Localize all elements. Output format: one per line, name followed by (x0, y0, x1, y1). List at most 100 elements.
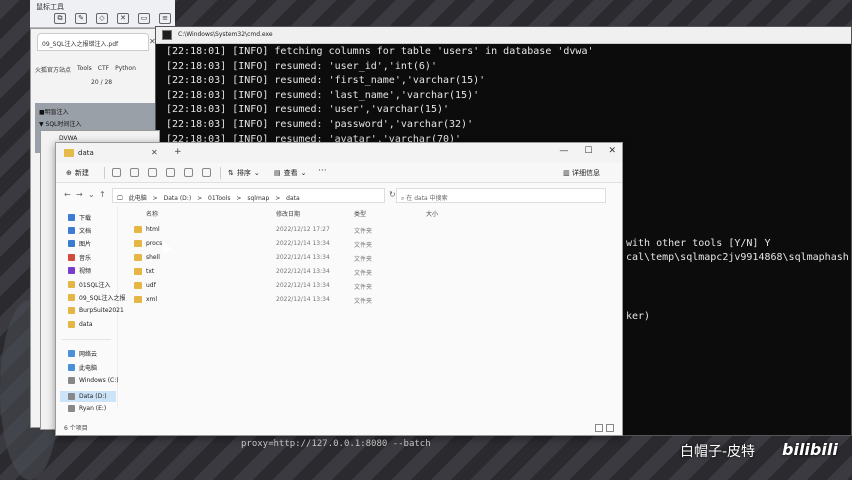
column-header-type[interactable]: 类型 (354, 209, 366, 218)
nav-item-icon (68, 227, 75, 234)
nav-item[interactable]: 音乐 (68, 253, 91, 262)
details-view-icon[interactable] (595, 424, 603, 432)
nav-divider (62, 339, 111, 340)
new-tab-icon[interactable]: + (174, 147, 182, 157)
menu-icon[interactable]: ≡ (159, 13, 171, 24)
nav-item[interactable]: 01SQL注入 (68, 280, 111, 289)
maximize-icon[interactable]: ☐ (584, 146, 592, 156)
breadcrumb-item[interactable]: Data (D:) (164, 195, 192, 202)
chevron-down-icon: ⌄ (253, 169, 260, 177)
nav-item[interactable]: 网络云 (68, 349, 97, 358)
explorer-tab-title[interactable]: data (78, 149, 94, 157)
folder-icon (134, 268, 142, 275)
file-date: 2022/12/12 17:27 (276, 226, 330, 233)
nav-item[interactable]: Windows (C:) (68, 377, 119, 384)
outline-item[interactable]: ■明盲注入 (39, 107, 69, 116)
nav-item-label: 01SQL注入 (79, 282, 111, 289)
column-header-size[interactable]: 大小 (426, 209, 438, 218)
nav-item-label: 网络云 (79, 351, 98, 358)
view-button[interactable]: ▤ 查看 ⌄ (274, 168, 307, 178)
terminal-line: [22:18:03] [INFO] resumed: 'user','varch… (166, 103, 594, 118)
column-header-date[interactable]: 修改日期 (276, 209, 300, 218)
terminal-level: [INFO] (232, 60, 269, 72)
nav-item[interactable]: 视频 (68, 266, 91, 275)
rename-icon[interactable] (166, 168, 175, 177)
nav-item[interactable]: Data (D:) (60, 391, 116, 402)
nav-item[interactable]: 09_SQL注入之报 (68, 293, 126, 302)
new-button[interactable]: ⊕ 新建 (66, 168, 89, 178)
nav-item-label: 文档 (79, 228, 92, 235)
breadcrumb-item[interactable]: data (286, 195, 300, 202)
share-icon[interactable] (184, 168, 193, 177)
bookmarks-bar: 火狐官方站点 Tools CTF Python (35, 65, 136, 74)
breadcrumb-item[interactable]: 此电脑 (129, 195, 147, 202)
close-tab-icon[interactable]: ✕ (151, 148, 158, 157)
nav-item-icon (68, 321, 75, 328)
more-icon[interactable]: ··· (318, 166, 327, 176)
terminal-message: resumed: 'last_name','varchar(15)' (274, 89, 480, 101)
nav-item-label: 音乐 (79, 255, 92, 262)
screen-icon[interactable]: ▭ (138, 13, 150, 24)
back-icon[interactable]: ← (64, 190, 71, 199)
copy-icon[interactable] (130, 168, 139, 177)
delete-icon[interactable] (202, 168, 211, 177)
bookmark-item[interactable]: Tools (77, 65, 92, 74)
nav-item-icon (68, 240, 75, 247)
bookmark-item[interactable]: 火狐官方站点 (35, 65, 71, 74)
history-icon[interactable]: ⌄ (88, 190, 95, 199)
file-row[interactable]: txt 2022/12/14 13:34 文件夹 (128, 265, 612, 279)
breadcrumb-item[interactable]: 01Tools (208, 195, 230, 202)
file-name: txt (146, 268, 155, 275)
up-icon[interactable]: ↑ (99, 190, 106, 199)
nav-item[interactable]: 文档 (68, 226, 91, 235)
nav-item[interactable]: data (68, 321, 93, 328)
nav-item[interactable]: 下载 (68, 213, 91, 222)
file-row[interactable]: procs 2022/12/14 13:34 文件夹 (128, 237, 612, 251)
outline-item[interactable]: ▼ SQL时间注入 (39, 119, 81, 128)
bookmark-item[interactable]: CTF (98, 65, 109, 74)
nav-item[interactable]: 图片 (68, 239, 91, 248)
mini-toolbar-window: 鼠标工具 ⧉ ✎ ◇ ✕ ▭ ≡ (30, 0, 175, 28)
file-row[interactable]: xml 2022/12/14 13:34 文件夹 (128, 293, 612, 307)
file-date: 2022/12/14 13:34 (276, 282, 330, 289)
clear-icon[interactable]: ✕ (117, 13, 129, 24)
refresh-icon[interactable]: ↻ (389, 190, 396, 199)
column-header-name[interactable]: 名称 (146, 209, 158, 218)
minimize-icon[interactable]: — (559, 146, 568, 156)
file-row[interactable]: udf 2022/12/14 13:34 文件夹 (128, 279, 612, 293)
file-row[interactable]: html 2022/12/12 17:27 文件夹 (128, 223, 612, 237)
terminal-line: [22:18:03] [INFO] resumed: 'last_name','… (166, 89, 594, 104)
explorer-addressbar: ← → ⌄ ↑ 🖵 此电脑 > Data (D:) > 01Tools > sq… (56, 187, 622, 205)
search-input[interactable]: ⌕ 在 data 中搜索 (396, 188, 606, 203)
terminal-line: [22:18:03] [INFO] resumed: 'password','v… (166, 118, 594, 133)
explorer-commandbar: ⊕ 新建 ⇅ 排序 ⌄ ▤ 查看 ⌄ ··· ▥ 详细信息 (56, 163, 622, 183)
shape-icon[interactable]: ◇ (96, 13, 108, 24)
details-button[interactable]: ▥ 详细信息 (563, 168, 600, 178)
path-breadcrumb[interactable]: 🖵 此电脑 > Data (D:) > 01Tools > sqlmap > d… (112, 188, 385, 203)
nav-item-icon (68, 254, 75, 261)
terminal-title: C:\Windows\System32\cmd.exe (178, 31, 273, 38)
nav-item-label: 视频 (79, 268, 92, 275)
copy-icon[interactable]: ⧉ (54, 13, 66, 24)
sort-button[interactable]: ⇅ 排序 ⌄ (228, 168, 260, 178)
nav-item[interactable]: Ryan (E:) (68, 405, 106, 412)
view-label: 查看 (283, 169, 298, 177)
file-type: 文件夹 (354, 228, 373, 235)
file-row[interactable]: shell 2022/12/14 13:34 文件夹 (128, 251, 612, 265)
browser-tab[interactable]: 09_SQL注入之报错注入.pdf (37, 33, 149, 51)
cut-icon[interactable] (112, 168, 121, 177)
breadcrumb-item[interactable]: sqlmap (247, 195, 269, 202)
terminal-line: [22:18:01] [INFO] fetching columns for t… (166, 45, 594, 60)
file-name: shell (146, 254, 160, 261)
page-current[interactable]: 20 (91, 79, 99, 86)
forward-icon[interactable]: → (76, 190, 83, 199)
nav-item[interactable]: 此电脑 (68, 363, 97, 372)
folder-icon (64, 149, 74, 157)
paste-icon[interactable] (148, 168, 157, 177)
nav-item[interactable]: BurpSuite2021 (68, 307, 124, 314)
bookmark-item[interactable]: Python (115, 65, 136, 74)
edit-icon[interactable]: ✎ (75, 13, 87, 24)
file-list: 名称 修改日期 类型 大小 html 2022/12/12 17:27 文件夹 pro… (128, 209, 612, 409)
tiles-view-icon[interactable] (606, 424, 614, 432)
close-icon[interactable]: ✕ (608, 146, 616, 156)
